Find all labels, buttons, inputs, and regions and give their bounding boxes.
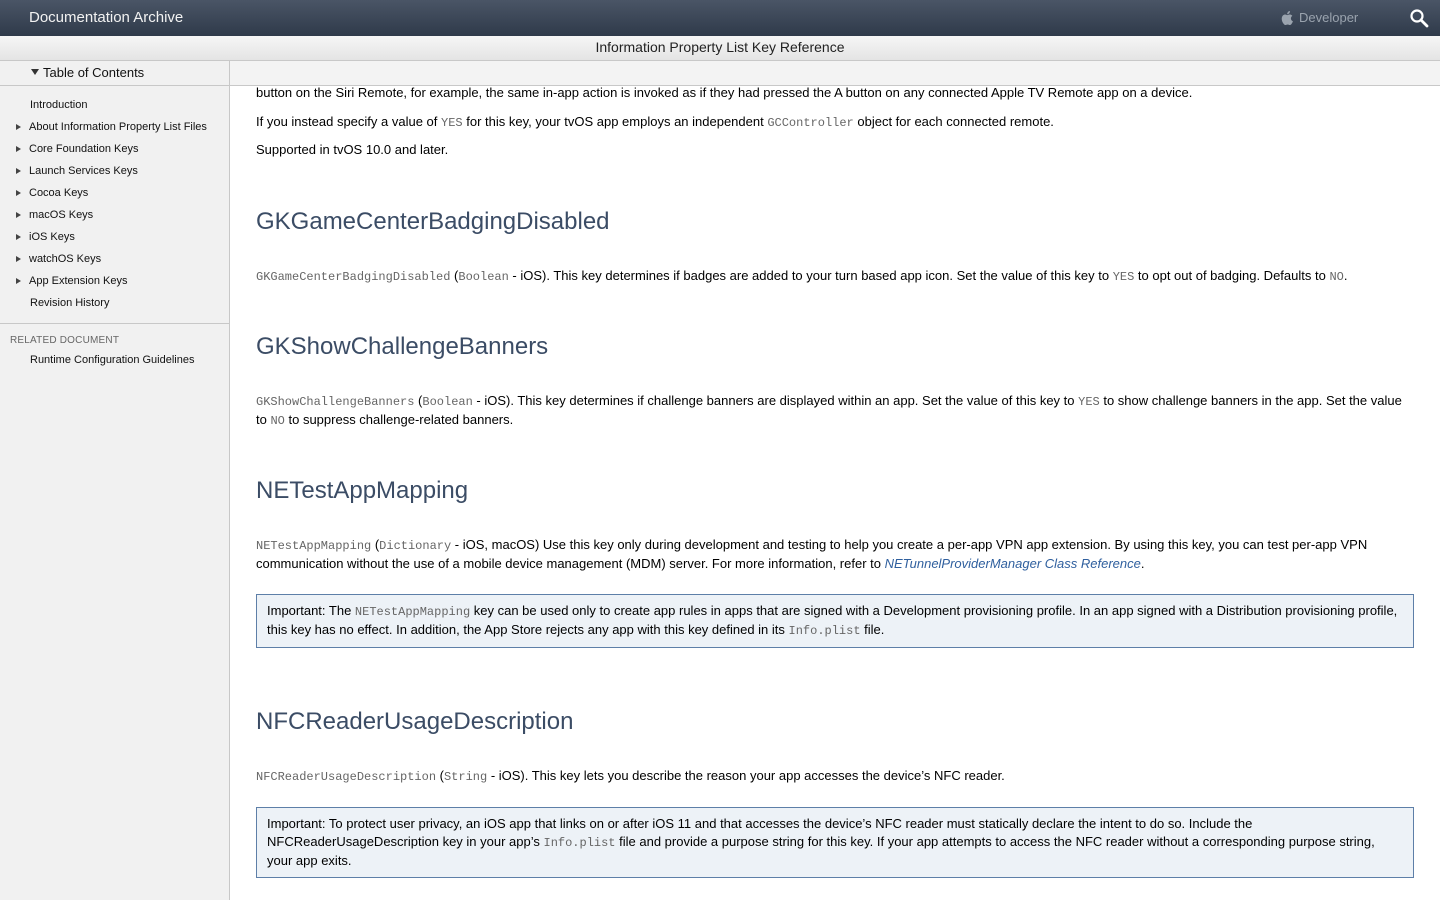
content-header-bar: [230, 61, 1440, 86]
text: If you instead specify a value of: [256, 114, 441, 129]
toc-item-launch-services[interactable]: Launch Services Keys: [0, 160, 229, 182]
document-title: Information Property List Key Reference: [0, 36, 1440, 61]
toc-item-app-extension[interactable]: App Extension Keys: [0, 270, 229, 292]
apple-logo-icon: [1281, 10, 1293, 25]
code-value: String: [443, 770, 488, 784]
toc-label: Table of Contents: [43, 65, 145, 80]
paragraph: GKShowChallengeBanners (Boolean - iOS). …: [256, 393, 1402, 428]
toc-item-label: Introduction: [30, 99, 88, 111]
code-value: GCController: [767, 116, 854, 130]
code-value: NFCReaderUsageDescription: [256, 770, 437, 784]
code-value: NETestAppMapping: [354, 605, 471, 619]
toc-item-label: Cocoa Keys: [29, 187, 89, 199]
text: Important: The: [267, 603, 355, 618]
table-of-contents-toggle[interactable]: Table of Contents: [0, 61, 229, 86]
code-value: YES: [441, 116, 463, 130]
disclosure-triangle-icon[interactable]: [16, 234, 21, 240]
paragraph: If you instead specify a value of YES fo…: [256, 113, 1414, 132]
toc-item-label: App Extension Keys: [29, 275, 128, 287]
important-note: Important: The NETestAppMapping key can …: [256, 594, 1414, 648]
toc-item-label: Launch Services Keys: [29, 165, 138, 177]
paragraph: NETestAppMapping (Dictionary - iOS, macO…: [256, 537, 1368, 571]
disclosure-triangle-icon[interactable]: [16, 124, 21, 130]
class-reference-link[interactable]: NETunnelProviderManager Class Reference: [885, 556, 1141, 571]
toc-item-label: iOS Keys: [29, 231, 75, 243]
section-heading: NETestAppMapping: [256, 477, 469, 504]
important-note: Important: To protect user privacy, an i…: [256, 807, 1414, 878]
toc-item-ios[interactable]: iOS Keys: [0, 226, 229, 248]
site-brand[interactable]: Documentation Archive: [29, 9, 183, 26]
disclosure-triangle-icon[interactable]: [16, 146, 21, 152]
sidebar-divider: [0, 323, 229, 324]
section-heading: NFCReaderUsageDescription: [256, 708, 574, 735]
text: .: [1343, 268, 1348, 283]
code-value: YES: [1078, 395, 1100, 409]
paragraph: button on the Siri Remote, for example, …: [256, 85, 1193, 100]
paragraph: NFCReaderUsageDescription (String - iOS)…: [256, 768, 1005, 784]
code-value: NO: [1329, 270, 1344, 284]
toc-item-introduction[interactable]: Introduction: [0, 94, 229, 116]
code-value: NETestAppMapping: [256, 539, 372, 553]
text: for this key, your tvOS app employs an i…: [462, 114, 768, 129]
code-value: Boolean: [458, 270, 509, 284]
text: - iOS). This key determines if challenge…: [472, 393, 1079, 408]
developer-label: Developer: [1299, 10, 1359, 25]
disclosure-triangle-icon[interactable]: [16, 190, 21, 196]
toc-item-label: About Information Property List Files: [29, 121, 207, 133]
paragraph: Supported in tvOS 10.0 and later.: [256, 142, 449, 157]
disclosure-triangle-icon[interactable]: [16, 278, 21, 284]
toc-item-about-info-plist[interactable]: About Information Property List Files: [0, 116, 229, 138]
section-heading: GKShowChallengeBanners: [256, 333, 549, 360]
developer-link[interactable]: Developer: [1281, 10, 1358, 25]
toc-item-label: macOS Keys: [29, 209, 94, 221]
toc-item-watchos[interactable]: watchOS Keys: [0, 248, 229, 270]
related-document-link[interactable]: Runtime Configuration Guidelines: [30, 354, 194, 366]
disclosure-triangle-icon[interactable]: [16, 168, 21, 174]
toc-item-label: watchOS Keys: [29, 253, 102, 265]
text: - iOS). This key lets you describe the r…: [487, 768, 1005, 783]
toc-item-revision-history[interactable]: Revision History: [0, 292, 229, 314]
text: file.: [860, 622, 885, 637]
text: - iOS). This key determines if badges ar…: [508, 268, 1113, 283]
code-value: YES: [1112, 270, 1135, 284]
toc-item-label: Core Foundation Keys: [29, 143, 139, 155]
code-value: Boolean: [422, 395, 473, 409]
search-icon[interactable]: [1409, 8, 1429, 28]
related-document-heading: RELATED DOCUMENT: [10, 335, 120, 346]
paragraph: GKGameCenterBadgingDisabled (Boolean - i…: [256, 268, 1348, 284]
section-heading: GKGameCenterBadgingDisabled: [256, 208, 610, 235]
toc-item-core-foundation[interactable]: Core Foundation Keys: [0, 138, 229, 160]
disclosure-triangle-icon[interactable]: [16, 256, 21, 262]
code-value: NO: [270, 414, 285, 428]
code-value: GKShowChallengeBanners: [256, 395, 415, 409]
toc-list: Introduction About Information Property …: [0, 94, 229, 314]
disclosure-triangle-icon[interactable]: [16, 212, 21, 218]
toc-item-cocoa[interactable]: Cocoa Keys: [0, 182, 229, 204]
sidebar: Table of Contents Introduction About Inf…: [0, 61, 230, 900]
code-value: GKGameCenterBadgingDisabled: [256, 270, 451, 284]
toc-item-label: Revision History: [30, 297, 110, 309]
code-value: Info.plist: [543, 836, 616, 850]
top-bar: Documentation Archive Developer: [0, 0, 1440, 36]
text: to suppress challenge-related banners.: [284, 412, 514, 427]
triangle-down-icon: [31, 69, 39, 75]
code-value: Info.plist: [788, 624, 861, 638]
code-value: Dictionary: [379, 539, 452, 553]
text: object for each connected remote.: [853, 114, 1054, 129]
text: .: [1140, 556, 1145, 571]
toc-item-macos[interactable]: macOS Keys: [0, 204, 229, 226]
text: to opt out of badging. Defaults to: [1134, 268, 1330, 283]
